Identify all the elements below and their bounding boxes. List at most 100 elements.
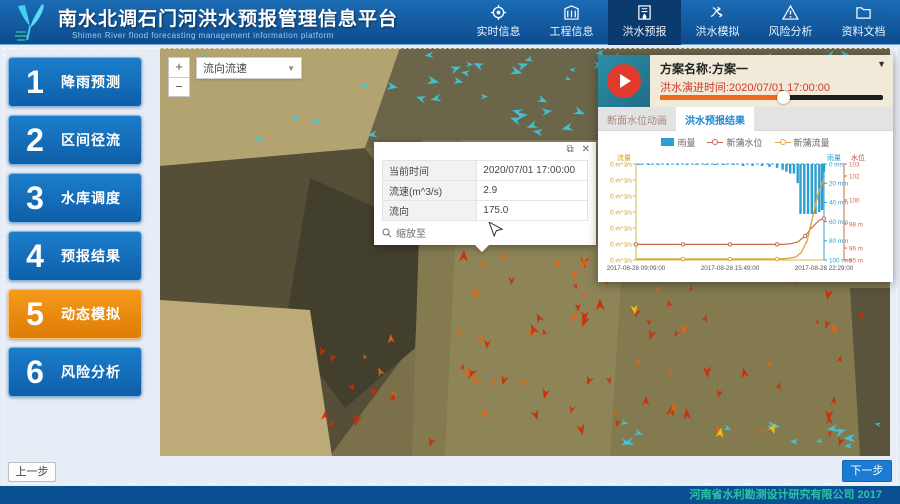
attr-value: 2020/07/01 17:00:00: [477, 161, 588, 181]
app-logo-icon: [8, 2, 52, 42]
svg-text:2017-08-28 22:29:00: 2017-08-28 22:29:00: [795, 265, 854, 272]
page-title: 南水北调石门河洪水预报管理信息平台: [58, 4, 398, 31]
step-label: 水库调度: [61, 188, 121, 208]
play-icon: [620, 74, 631, 88]
svg-text:95 m: 95 m: [849, 257, 863, 264]
zoom-in-button[interactable]: +: [168, 57, 190, 77]
zoom-out-button[interactable]: −: [168, 77, 190, 97]
svg-text:0 m^3/s: 0 m^3/s: [610, 193, 632, 200]
nav-label: 实时信息: [477, 23, 521, 39]
crosshair-icon: [490, 5, 507, 20]
step-label: 动态模拟: [61, 304, 121, 324]
chart-legend: 雨量 新蒲水位 新蒲流量: [598, 134, 893, 150]
chevron-down-icon: ▼: [287, 64, 295, 73]
forecast-doc-icon: [636, 5, 653, 20]
svg-text:0 mm: 0 mm: [829, 161, 845, 168]
zoom-to-link[interactable]: 缩放至: [374, 221, 596, 245]
sidebar-item-reservoir-dispatch[interactable]: 3 水库调度: [8, 173, 142, 223]
scheme-panel-header: 方案名称:方案一 洪水演进时间:2020/07/01 17:00:00 ▼: [598, 55, 893, 107]
magnifier-icon: [382, 228, 392, 238]
building-icon: [563, 5, 580, 20]
copyright-bar: 河南省水利勘测设计研究有限公司 2017: [0, 486, 900, 504]
svg-text:40 mm: 40 mm: [829, 200, 848, 207]
popup-close-icon[interactable]: ✕: [582, 145, 590, 155]
zoom-to-label: 缩放至: [396, 225, 426, 240]
folder-icon: [855, 5, 872, 20]
step-number: 1: [9, 66, 61, 98]
svg-text:0 m^3/s: 0 m^3/s: [610, 209, 632, 216]
warning-icon: [782, 5, 799, 20]
next-step-button[interactable]: 下一步: [842, 460, 892, 482]
svg-text:0 m^3/s: 0 m^3/s: [610, 225, 632, 232]
scheme-panel: 方案名称:方案一 洪水演进时间:2020/07/01 17:00:00 ▼ 断面…: [598, 55, 893, 282]
mouse-cursor: [488, 222, 503, 238]
sidebar-item-forecast-result[interactable]: 4 预报结果: [8, 231, 142, 281]
workflow-sidebar: 1 降雨预测 2 区间径流 3 水库调度 4 预报结果 5 动态模拟 6 风险分…: [8, 57, 142, 405]
step-label: 降雨预测: [61, 72, 121, 92]
flow-marker: [775, 139, 791, 145]
svg-text:2017-08-28 09:09:00: 2017-08-28 09:09:00: [607, 265, 666, 272]
tab-flood-forecast-result[interactable]: 洪水预报结果: [676, 107, 754, 131]
layer-dropdown-value: 流向流速: [203, 60, 247, 76]
nav-item-documents[interactable]: 资料文档: [827, 0, 900, 45]
scheme-name: 方案名称:方案一: [660, 60, 830, 77]
nav-label: 风险分析: [769, 23, 813, 39]
step-number: 5: [9, 298, 61, 330]
table-row: 流速(m^3/s) 2.9: [383, 181, 588, 201]
result-tabs: 断面水位动画 洪水预报结果: [598, 107, 893, 131]
popup-attribute-table: 当前时间 2020/07/01 17:00:00 流速(m^3/s) 2.9 流…: [382, 160, 588, 221]
attr-label: 流速(m^3/s): [383, 181, 477, 201]
sidebar-item-rain-forecast[interactable]: 1 降雨预测: [8, 57, 142, 107]
step-label: 区间径流: [61, 130, 121, 150]
main-nav: 实时信息 工程信息 洪水预报 洪水模拟 风险分析 资料文档: [462, 0, 900, 45]
step-number: 2: [9, 124, 61, 156]
stage-marker: [707, 139, 723, 145]
legend-item-flow[interactable]: 新蒲流量: [775, 136, 830, 149]
map-layer-dropdown[interactable]: 流向流速 ▼: [196, 57, 302, 79]
sidebar-item-risk-analysis[interactable]: 6 风险分析: [8, 347, 142, 397]
svg-text:102: 102: [849, 173, 860, 180]
legend-item-rain[interactable]: 雨量: [661, 136, 695, 149]
attr-value: 175.0: [477, 201, 588, 221]
sidebar-item-interval-runoff[interactable]: 2 区间径流: [8, 115, 142, 165]
nav-label: 工程信息: [550, 23, 594, 39]
legend-label: 新蒲流量: [794, 136, 830, 149]
slider-fill: [660, 95, 783, 100]
nav-item-flood-forecast[interactable]: 洪水预报: [608, 0, 681, 45]
step-number: 3: [9, 182, 61, 214]
svg-text:0 m^3/s: 0 m^3/s: [610, 177, 632, 184]
popup-dock-icon[interactable]: ⧉: [566, 145, 573, 155]
page-subtitle: Shimen River flood forecasting managemen…: [72, 31, 398, 40]
nav-item-risk-analysis[interactable]: 风险分析: [754, 0, 827, 45]
svg-text:20 mm: 20 mm: [829, 181, 848, 188]
nav-label: 资料文档: [842, 23, 886, 39]
svg-text:100: 100: [849, 197, 860, 204]
svg-text:0 m^3/s: 0 m^3/s: [610, 241, 632, 248]
svg-text:103: 103: [849, 161, 860, 168]
play-button[interactable]: [598, 55, 650, 107]
svg-text:98 m: 98 m: [849, 221, 863, 228]
nav-item-realtime-info[interactable]: 实时信息: [462, 0, 535, 45]
svg-text:0 m^3/s: 0 m^3/s: [610, 257, 632, 264]
step-number: 4: [9, 240, 61, 272]
previous-step-button[interactable]: 上一步: [8, 462, 56, 482]
svg-text:96 m: 96 m: [849, 245, 863, 252]
panel-collapse-icon[interactable]: ▼: [877, 59, 886, 69]
play-circle: [607, 64, 641, 98]
tab-section-stage-animation[interactable]: 断面水位动画: [598, 107, 676, 131]
attr-label: 流向: [383, 201, 477, 221]
flood-progress-slider[interactable]: [660, 95, 883, 100]
svg-text:60 mm: 60 mm: [829, 219, 848, 226]
svg-text:80 mm: 80 mm: [829, 238, 848, 245]
nav-label: 洪水模拟: [696, 23, 740, 39]
svg-text:0 m^3/s: 0 m^3/s: [610, 161, 632, 168]
step-label: 风险分析: [61, 362, 121, 382]
slider-thumb[interactable]: [777, 91, 790, 104]
nav-item-flood-simulation[interactable]: 洪水模拟: [681, 0, 754, 45]
svg-text:2017-08-28 15:49:00: 2017-08-28 15:49:00: [701, 265, 760, 272]
legend-item-stage[interactable]: 新蒲水位: [707, 136, 762, 149]
attr-label: 当前时间: [383, 161, 477, 181]
nav-label: 洪水预报: [623, 23, 667, 39]
nav-item-project-info[interactable]: 工程信息: [535, 0, 608, 45]
sidebar-item-dynamic-simulation[interactable]: 5 动态模拟: [8, 289, 142, 339]
